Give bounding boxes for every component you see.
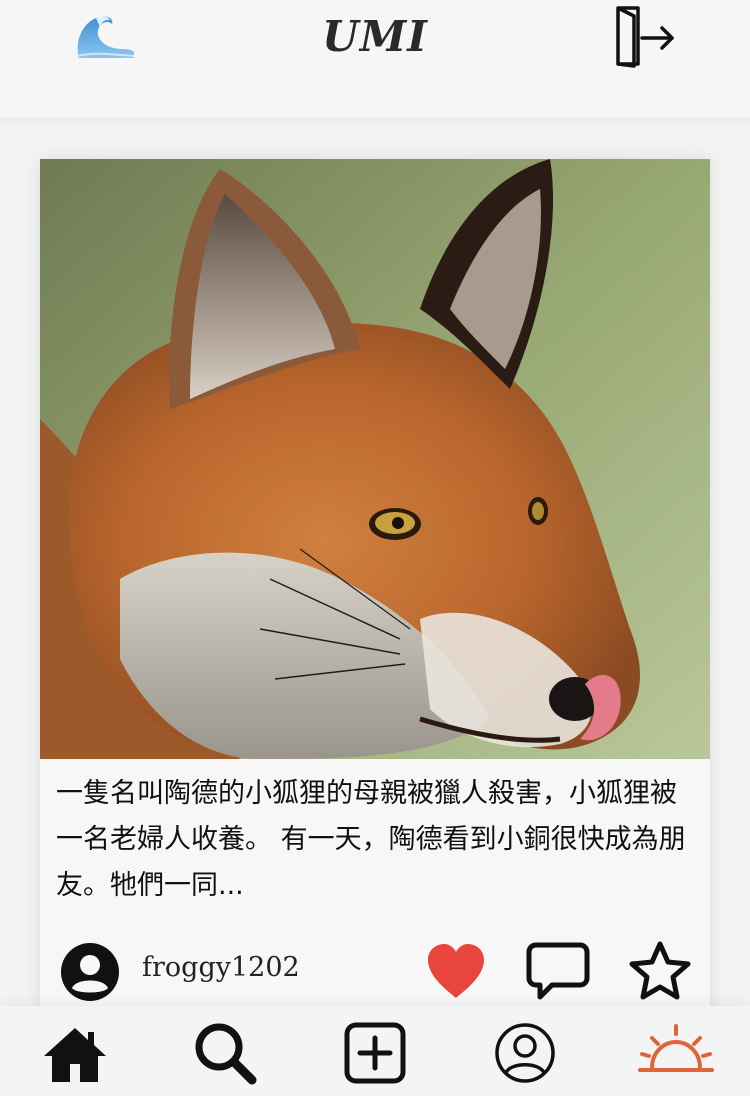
bottom-nav (0, 1006, 750, 1096)
star-icon[interactable] (628, 940, 692, 1002)
username[interactable]: froggy1202 (142, 952, 300, 983)
nav-add-icon[interactable] (342, 1020, 408, 1086)
post-caption: 一隻名叫陶德的小狐狸的母親被獵人殺害，小狐狸被一名老婦人收養。 有一天，陶德看到… (56, 778, 686, 901)
post-card: 一隻名叫陶德的小狐狸的母親被獵人殺害，小狐狸被一名老婦人收養。 有一天，陶德看到… (40, 159, 710, 1006)
nav-profile-icon[interactable] (492, 1020, 558, 1086)
post-image[interactable] (40, 159, 710, 759)
app-header: UMI (0, 0, 750, 118)
nav-home-icon[interactable] (42, 1020, 108, 1086)
post-footer: froggy1202 (40, 934, 710, 1004)
heart-icon[interactable] (424, 942, 488, 1000)
feed[interactable]: 一隻名叫陶德的小狐狸的母親被獵人殺害，小狐狸被一名老婦人收養。 有一天，陶德看到… (0, 118, 750, 1006)
avatar-icon[interactable] (60, 942, 120, 1002)
nav-sunrise-icon[interactable] (638, 1020, 714, 1086)
logout-icon[interactable] (612, 4, 678, 68)
comment-bubble-icon[interactable] (526, 942, 590, 1000)
nav-search-icon[interactable] (192, 1020, 258, 1086)
